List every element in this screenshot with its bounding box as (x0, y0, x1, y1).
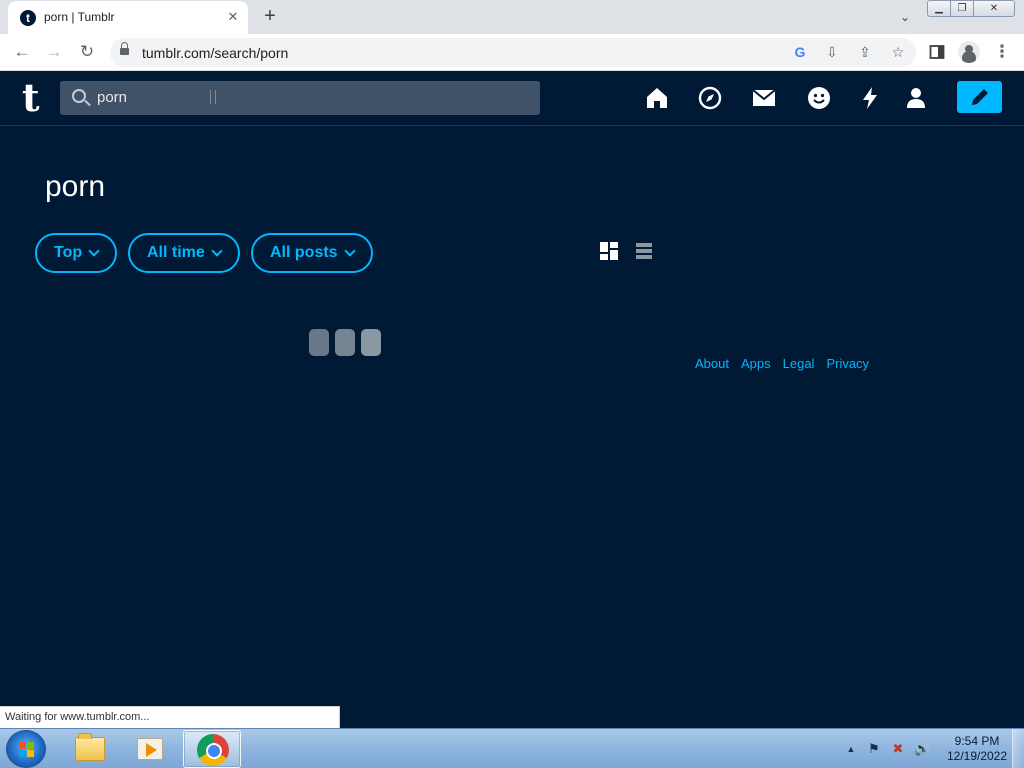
clock-date: 12/19/2022 (946, 749, 1008, 763)
clock[interactable]: 9:54 PM 12/19/2022 (942, 734, 1012, 764)
show-desktop-button[interactable] (1012, 729, 1024, 768)
taskbar-media-player-button[interactable] (121, 730, 179, 768)
list-view-icon[interactable] (636, 243, 652, 260)
chrome-icon (197, 734, 229, 766)
grid-view-icon[interactable] (600, 242, 618, 260)
install-app-icon[interactable]: ⇩ (822, 42, 842, 62)
time-filter-button[interactable]: All time (128, 233, 240, 273)
minimize-button[interactable]: ▁ (927, 0, 951, 17)
browser-toolbar: ← → ↻ tumblr.com/search/porn G ⇩ ⇪ ☆ ⋮ (0, 34, 1024, 71)
chevron-down-icon (211, 244, 223, 257)
compose-pencil-icon (972, 89, 988, 105)
chevron-down-icon (88, 244, 100, 257)
forward-arrow-icon[interactable]: → (43, 41, 65, 63)
lock-icon[interactable] (120, 42, 129, 57)
chevron-down-icon (343, 244, 356, 257)
close-window-button[interactable]: ✕ (973, 0, 1015, 17)
network-icon[interactable]: ✖ (890, 741, 906, 757)
menu-kebab-icon[interactable]: ⋮ (991, 41, 1013, 63)
taskbar-explorer-button[interactable] (60, 730, 118, 768)
taskbar: ▲ ⚑ ✖ 🔊 9:54 PM 12/19/2022 (0, 728, 1024, 768)
footer-link-legal[interactable]: Legal (783, 356, 815, 371)
search-results-title: porn (45, 170, 106, 203)
post-type-filter-label: All posts (270, 244, 338, 261)
account-icon[interactable] (903, 85, 929, 111)
back-arrow-icon[interactable]: ← (11, 41, 33, 63)
media-player-icon (137, 738, 163, 760)
search-icon (72, 89, 86, 103)
close-tab-icon[interactable]: ✕ (224, 8, 242, 26)
footer-link-privacy[interactable]: Privacy (826, 356, 869, 371)
explore-icon[interactable] (697, 85, 723, 111)
home-icon[interactable] (644, 85, 670, 111)
tumblr-header: t porn (0, 71, 1024, 126)
show-hidden-icons-icon[interactable]: ▲ (843, 741, 859, 757)
profile-avatar-icon[interactable] (958, 41, 980, 63)
system-tray: ▲ ⚑ ✖ 🔊 9:54 PM 12/19/2022 (840, 729, 1024, 768)
tab-search-chevron-icon[interactable]: ⌄ (894, 6, 916, 28)
tumblr-favicon-icon: t (20, 10, 36, 26)
folder-icon (75, 733, 105, 761)
compose-button[interactable] (957, 81, 1002, 113)
search-query: porn (97, 89, 128, 106)
text-cursor-icon (210, 90, 216, 104)
side-panel-icon[interactable] (926, 41, 948, 63)
sort-filter-button[interactable]: Top (35, 233, 118, 273)
new-tab-button[interactable]: + (258, 5, 282, 29)
address-bar[interactable]: tumblr.com/search/porn G ⇩ ⇪ ☆ (110, 38, 916, 67)
share-icon[interactable]: ⇪ (855, 42, 875, 62)
window-controls: ▁ ❐ ✕ (927, 0, 1015, 18)
tumblr-logo[interactable]: t (22, 79, 40, 117)
volume-icon[interactable]: 🔊 (914, 741, 930, 757)
action-center-icon[interactable]: ⚑ (866, 741, 882, 757)
google-lens-icon[interactable]: G (790, 42, 810, 62)
loading-indicator (309, 329, 381, 357)
footer-link-about[interactable]: About (695, 356, 729, 371)
restore-button[interactable]: ❐ (950, 0, 974, 17)
reload-icon[interactable]: ↻ (76, 41, 98, 63)
start-button[interactable] (6, 730, 46, 768)
browser-tab[interactable]: t porn | Tumblr ✕ (8, 1, 248, 34)
tumblr-search-input[interactable]: porn (60, 81, 540, 115)
footer-links: About Apps Legal Privacy (695, 356, 869, 371)
browser-status-text: Waiting for www.tumblr.com... (0, 706, 340, 728)
tab-strip: t porn | Tumblr ✕ + ⌄ ▁ ❐ ✕ (0, 0, 1024, 34)
bookmark-star-icon[interactable]: ☆ (888, 42, 908, 62)
clock-time: 9:54 PM (954, 734, 1000, 748)
url-text: tumblr.com/search/porn (142, 45, 289, 61)
post-type-filter-button[interactable]: All posts (251, 233, 373, 273)
taskbar-chrome-button[interactable] (183, 730, 241, 768)
inbox-icon[interactable] (751, 85, 777, 111)
messages-icon[interactable] (806, 85, 832, 111)
windows-logo-icon (19, 742, 35, 758)
activity-icon[interactable] (857, 85, 883, 111)
footer-link-apps[interactable]: Apps (741, 356, 771, 371)
tab-title: porn | Tumblr (44, 10, 115, 24)
sort-filter-label: Top (54, 244, 83, 261)
time-filter-label: All time (147, 244, 205, 261)
